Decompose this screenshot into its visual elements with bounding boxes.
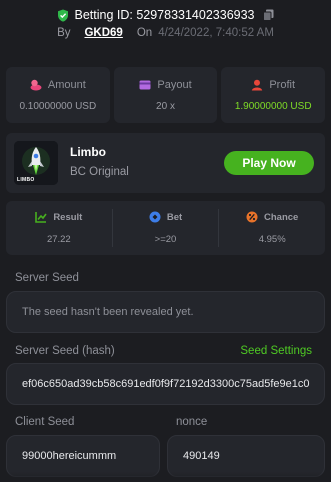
betting-id-text: Betting ID: 52978331402336933 bbox=[74, 8, 255, 22]
stat-amount: Amount 0.10000000 USD bbox=[6, 67, 110, 123]
client-seed-field[interactable]: 99000hereicummm bbox=[6, 435, 160, 477]
bet-value: >=20 bbox=[154, 234, 177, 245]
stat-payout: Payout 20 x bbox=[113, 67, 218, 123]
server-seed-field[interactable]: The seed hasn't been revealed yet. bbox=[6, 291, 325, 333]
user-profit-icon bbox=[251, 79, 263, 91]
server-hash-label: Server Seed (hash) bbox=[15, 345, 115, 357]
thumbnail-logo-text: LIMBO bbox=[17, 177, 35, 183]
bottom-fade bbox=[0, 472, 331, 482]
game-title: Limbo bbox=[70, 145, 106, 159]
seed-settings-link[interactable]: Seed Settings bbox=[240, 345, 312, 357]
stat-profit-label: Profit bbox=[269, 78, 296, 91]
game-subtitle: BC Original bbox=[70, 166, 129, 178]
result-chance: Chance 4.95% bbox=[218, 209, 325, 247]
play-now-button[interactable]: Play Now bbox=[224, 151, 314, 175]
chance-label: Chance bbox=[264, 211, 299, 223]
stat-amount-value: 0.10000000 USD bbox=[19, 100, 97, 112]
by-label: By bbox=[57, 27, 71, 39]
stat-profit: Profit 1.90000000 USD bbox=[221, 67, 326, 123]
stat-payout-value: 20 x bbox=[156, 100, 175, 112]
bet-label: Bet bbox=[166, 211, 183, 223]
stat-payout-label: Payout bbox=[157, 78, 192, 91]
username-link[interactable]: GKD69 bbox=[84, 27, 122, 39]
on-label: On bbox=[136, 27, 153, 39]
bet-icon bbox=[149, 211, 161, 223]
chance-value: 4.95% bbox=[258, 234, 286, 245]
percent-icon bbox=[246, 211, 258, 223]
game-card: LIMBO Limbo BC Original Play Now bbox=[6, 133, 325, 193]
result-summary: Result 27.22 Bet >=20 Chance 4.95% bbox=[6, 201, 325, 255]
nonce-label: nonce bbox=[176, 416, 208, 428]
game-thumbnail[interactable]: LIMBO bbox=[14, 141, 58, 185]
copy-icon[interactable] bbox=[262, 9, 274, 21]
betting-id-row: Betting ID: 52978331402336933 bbox=[0, 6, 331, 24]
stat-profit-value: 1.90000000 USD bbox=[234, 100, 312, 112]
result-bet: Bet >=20 bbox=[111, 209, 219, 247]
client-seed-label: Client Seed bbox=[15, 416, 75, 428]
bet-date: 4/24/2022, 7:40:52 AM bbox=[158, 27, 274, 39]
bet-stats: Amount 0.10000000 USD Payout 20 x Profit… bbox=[6, 67, 326, 123]
stat-amount-label: Amount bbox=[47, 78, 86, 91]
server-hash-field[interactable]: ef06c650ad39cb58c691edf0f9f72192d3300c75… bbox=[6, 363, 325, 405]
card-icon bbox=[139, 79, 151, 91]
shield-check-icon bbox=[57, 9, 69, 22]
nonce-field[interactable]: 490149 bbox=[167, 435, 325, 477]
bet-meta-row: By GKD69 On 4/24/2022, 7:40:52 AM bbox=[0, 25, 331, 41]
result-result: Result 27.22 bbox=[6, 201, 112, 255]
bet-details-panel: Betting ID: 52978331402336933 By GKD69 O… bbox=[0, 0, 331, 482]
result-value: 27.22 bbox=[46, 234, 71, 245]
server-seed-label: Server Seed bbox=[15, 272, 79, 284]
chart-icon bbox=[35, 211, 47, 223]
coins-icon bbox=[30, 79, 42, 91]
result-label: Result bbox=[53, 211, 83, 223]
